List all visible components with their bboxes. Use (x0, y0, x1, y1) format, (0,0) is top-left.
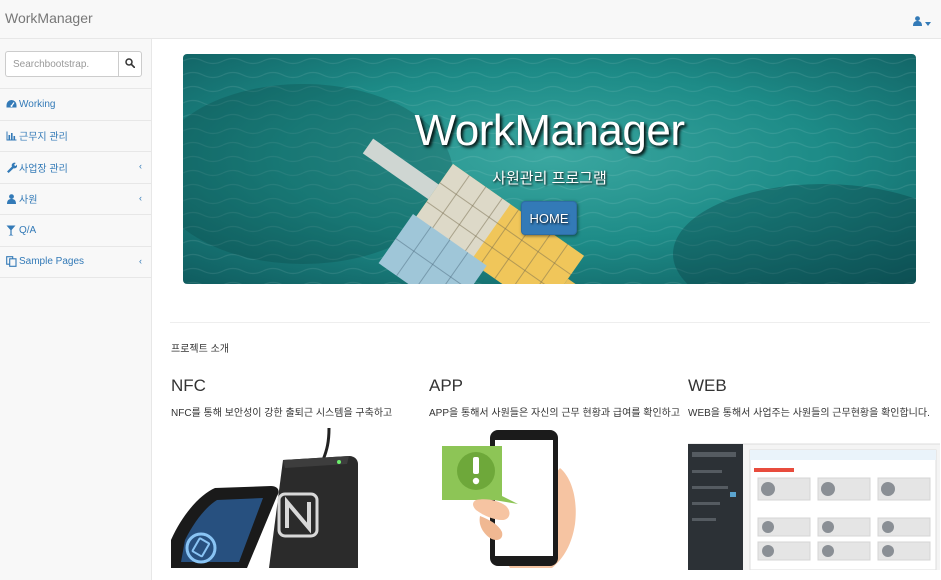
sidebar-item-business[interactable]: 사업장 관리 ‹ (0, 152, 151, 184)
feature-title: APP (429, 376, 464, 395)
section-divider (170, 322, 930, 323)
web-dashboard-image (688, 430, 940, 575)
brand-logo[interactable]: WorkManager (5, 10, 93, 26)
sidebar-item-qa[interactable]: Q/A (0, 215, 151, 247)
user-menu-toggle[interactable] (913, 13, 931, 31)
sidebar-item-working[interactable]: Working (0, 89, 151, 121)
search-input[interactable] (5, 51, 118, 77)
search-button[interactable] (118, 51, 142, 77)
sidebar-item-label: 사원 (19, 195, 38, 207)
home-button[interactable]: HOME (521, 201, 577, 235)
chevron-left-icon: ‹ (139, 192, 142, 203)
feature-description: WEB을 통해서 사업주는 사원들의 근무현황을 확인합니다. (688, 408, 930, 419)
nfc-reader-image (171, 427, 361, 573)
sidebar-item-workplace[interactable]: 근무지 관리 (0, 121, 151, 152)
section-heading: 프로젝트 소개 (171, 344, 229, 355)
app-phone-image (440, 428, 600, 573)
feature-nfc: NFC NFC를 통해 보안성이 강한 출퇴근 시스템을 구축하고 (171, 376, 392, 419)
chevron-left-icon: ‹ (139, 255, 142, 266)
search-icon (125, 55, 136, 73)
sidebar: Working 근무지 관리 사업장 관리 ‹ 사원 ‹ Q/A (0, 39, 152, 580)
dashboard-icon (5, 98, 17, 110)
hero-subtitle: 사원관리 프로그램 (492, 170, 607, 187)
sidebar-item-label: Q/A (19, 224, 37, 236)
files-icon (5, 256, 17, 268)
feature-web: WEB WEB을 통해서 사업주는 사원들의 근무현황을 확인합니다. (688, 376, 930, 419)
feature-title: WEB (688, 376, 727, 395)
sidebar-search (5, 51, 142, 77)
sidebar-item-employee[interactable]: 사원 ‹ (0, 184, 151, 215)
sidebar-menu: Working 근무지 관리 사업장 관리 ‹ 사원 ‹ Q/A Sample … (0, 89, 151, 278)
top-navbar: WorkManager (0, 0, 941, 39)
sidebar-item-label: Working (19, 98, 56, 110)
sidebar-item-label: Sample Pages (19, 256, 85, 268)
sidebar-item-label: 근무지 관리 (19, 132, 68, 144)
feature-title: NFC (171, 376, 206, 395)
user-icon (5, 193, 17, 205)
hero-title: WorkManager (414, 106, 685, 155)
user-icon (913, 13, 922, 31)
sidebar-item-label: 사업장 관리 (19, 163, 68, 175)
hero-banner: WorkManager 사원관리 프로그램 HOME (183, 54, 916, 284)
feature-description: NFC를 통해 보안성이 강한 출퇴근 시스템을 구축하고 (171, 408, 393, 419)
wrench-icon (5, 161, 17, 173)
caret-down-icon (925, 13, 931, 31)
cocktail-icon (5, 224, 17, 236)
bar-chart-icon (5, 130, 17, 142)
feature-app: APP APP을 통해서 사원들은 자신의 근무 현황과 급여를 확인하고 (429, 376, 680, 419)
feature-description: APP을 통해서 사원들은 자신의 근무 현황과 급여를 확인하고 (429, 408, 681, 419)
chevron-left-icon: ‹ (139, 161, 142, 171)
sidebar-item-sample-pages[interactable]: Sample Pages ‹ (0, 247, 151, 278)
